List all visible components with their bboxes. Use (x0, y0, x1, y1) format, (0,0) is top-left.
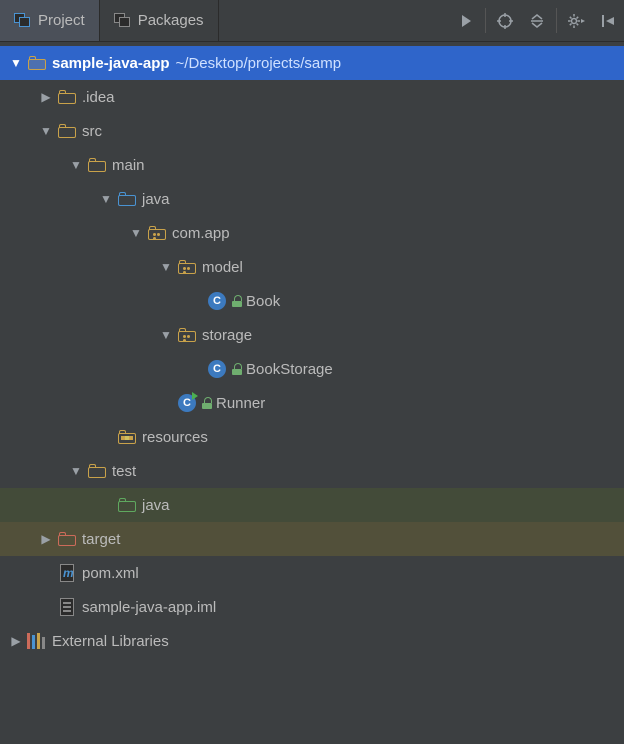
target-icon (497, 13, 513, 29)
tree-row[interactable]: ▶CBook (0, 284, 624, 318)
tree-row[interactable]: ▼ test (0, 454, 624, 488)
gear-icon (567, 13, 585, 29)
tree-node-label: BookStorage (246, 361, 333, 378)
tab-packages-label: Packages (138, 12, 204, 29)
settings-button[interactable] (560, 0, 592, 41)
tree-node-label: pom.xml (82, 565, 139, 582)
expand-arrow-down-icon[interactable]: ▼ (36, 124, 56, 138)
tree-node-label: target (82, 531, 120, 548)
tree-node-label: test (112, 463, 136, 480)
tree-row[interactable]: ▶java (0, 488, 624, 522)
tree-row[interactable]: ▶resources (0, 420, 624, 454)
collapse-icon (529, 13, 545, 29)
tree-node-label: sample-java-app (52, 55, 170, 72)
scroll-from-source-button[interactable] (450, 0, 482, 41)
package-icon (178, 328, 196, 342)
folder-icon (58, 124, 76, 138)
expand-arrow-right-icon[interactable]: ▶ (6, 634, 26, 648)
tree-node-label: model (202, 259, 243, 276)
tree-row[interactable]: ▶CBookStorage (0, 352, 624, 386)
tree-row[interactable]: ▼ sample-java-app ~/Desktop/projects/samp (0, 46, 624, 80)
tree-node-path: ~/Desktop/projects/samp (176, 55, 342, 72)
packages-tab-icon (114, 13, 132, 29)
project-tree[interactable]: ▼ sample-java-app ~/Desktop/projects/samp ▶… (0, 42, 624, 658)
expand-arrow-right-icon[interactable]: ▶ (36, 532, 56, 546)
tree-row[interactable]: ▶pom.xml (0, 556, 624, 590)
tree-row[interactable]: ▶ .idea (0, 80, 624, 114)
tree-node-label: java (142, 497, 170, 514)
hide-icon (600, 13, 616, 29)
tree-node-label: storage (202, 327, 252, 344)
source-folder-icon (118, 192, 136, 206)
toolbar-separator (485, 8, 486, 33)
expand-arrow-down-icon[interactable]: ▼ (156, 328, 176, 342)
runnable-class-icon: C (178, 394, 196, 412)
folder-icon (88, 464, 106, 478)
tree-row[interactable]: ▼ model (0, 250, 624, 284)
tree-node-label: External Libraries (52, 633, 169, 650)
tree-node-label: resources (142, 429, 208, 446)
tree-node-label: java (142, 191, 170, 208)
autoscroll-button[interactable] (489, 0, 521, 41)
tree-row[interactable]: ▶sample-java-app.iml (0, 590, 624, 624)
project-folder-icon (28, 56, 46, 70)
expand-arrow-down-icon[interactable]: ▼ (156, 260, 176, 274)
collapse-all-button[interactable] (521, 0, 553, 41)
lock-open-icon (202, 397, 212, 409)
project-tool-toolbar: Project Packages (0, 0, 624, 42)
maven-file-icon (60, 564, 74, 582)
resources-folder-icon (118, 430, 136, 444)
expand-arrow-down-icon[interactable]: ▼ (6, 56, 26, 70)
tree-node-label: sample-java-app.iml (82, 599, 216, 616)
package-icon (148, 226, 166, 240)
class-icon: C (208, 360, 226, 378)
lock-open-icon (232, 363, 242, 375)
expand-arrow-down-icon[interactable]: ▼ (66, 464, 86, 478)
expand-arrow-right-icon[interactable]: ▶ (36, 90, 56, 104)
test-folder-icon (118, 498, 136, 512)
tab-packages[interactable]: Packages (100, 0, 219, 41)
tree-node-label: com.app (172, 225, 230, 242)
tree-row[interactable]: ▼ com.app (0, 216, 624, 250)
lock-open-icon (232, 295, 242, 307)
play-icon (460, 14, 472, 28)
folder-icon (88, 158, 106, 172)
tree-row[interactable]: ▼ src (0, 114, 624, 148)
tree-node-label: .idea (82, 89, 115, 106)
tree-row[interactable]: ▼ java (0, 182, 624, 216)
tree-row[interactable]: ▶ External Libraries (0, 624, 624, 658)
tree-row[interactable]: ▶CRunner (0, 386, 624, 420)
tree-node-label: src (82, 123, 102, 140)
expand-arrow-down-icon[interactable]: ▼ (126, 226, 146, 240)
module-file-icon (60, 598, 74, 616)
toolbar-separator (556, 8, 557, 33)
excluded-folder-icon (58, 532, 76, 546)
external-libraries-icon (27, 633, 47, 649)
tree-row[interactable]: ▼ main (0, 148, 624, 182)
expand-arrow-down-icon[interactable]: ▼ (66, 158, 86, 172)
tab-project[interactable]: Project (0, 0, 100, 41)
package-icon (178, 260, 196, 274)
hide-button[interactable] (592, 0, 624, 41)
expand-arrow-down-icon[interactable]: ▼ (96, 192, 116, 206)
tab-project-label: Project (38, 12, 85, 29)
project-tab-icon (14, 13, 32, 29)
tree-node-label: Runner (216, 395, 265, 412)
tree-node-label: Book (246, 293, 280, 310)
tree-row[interactable]: ▼ storage (0, 318, 624, 352)
tree-row[interactable]: ▶ target (0, 522, 624, 556)
folder-icon (58, 90, 76, 104)
class-icon: C (208, 292, 226, 310)
tree-node-label: main (112, 157, 145, 174)
